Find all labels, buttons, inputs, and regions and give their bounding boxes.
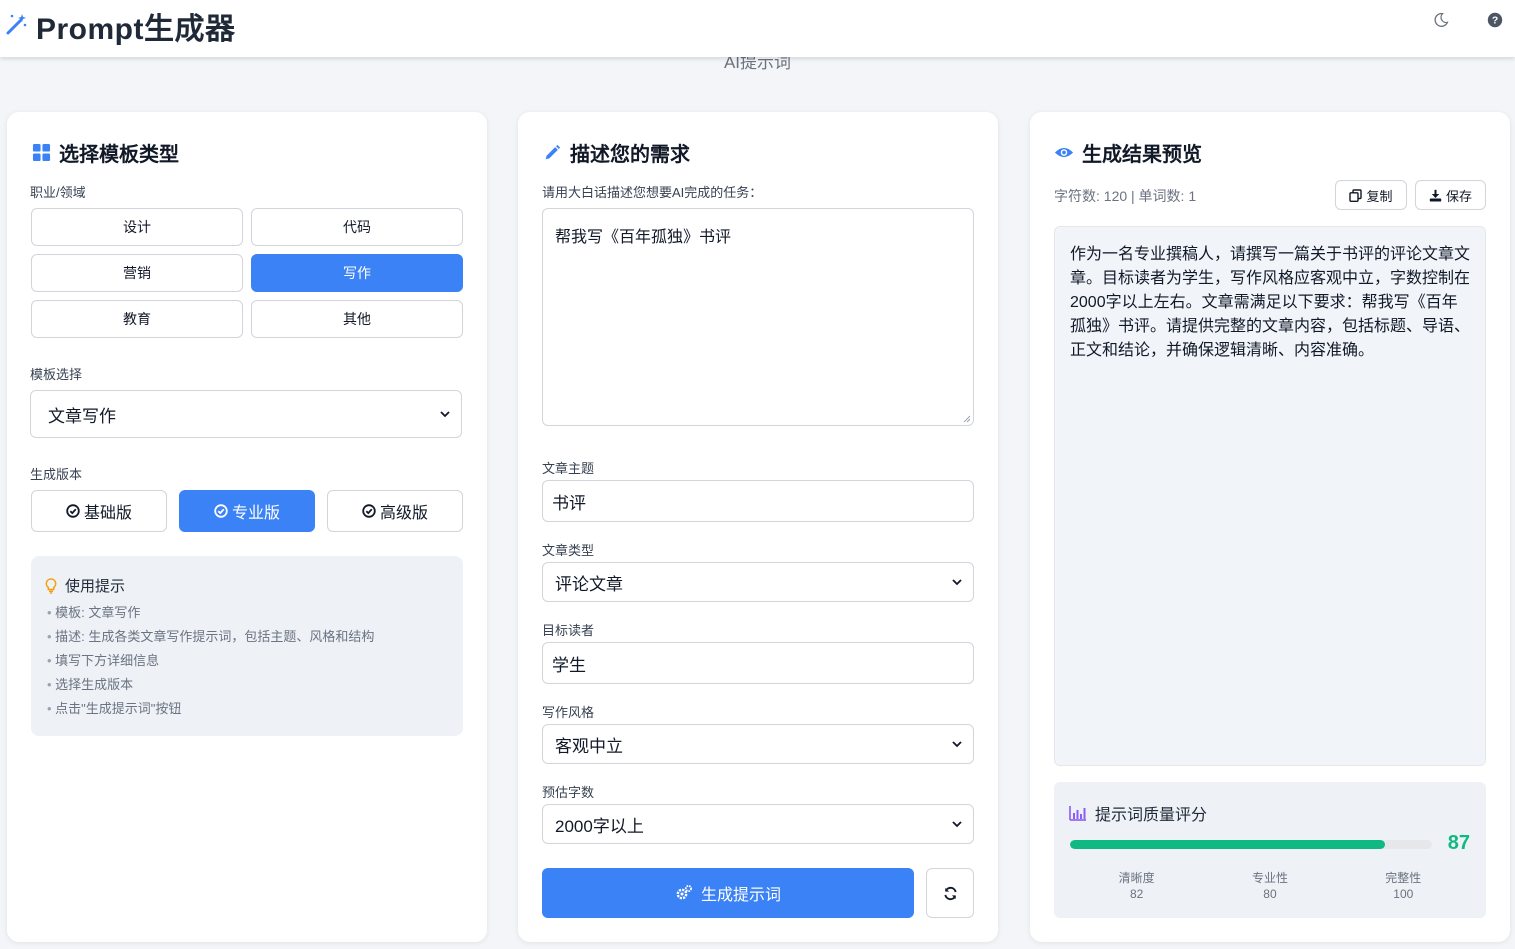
tips-list: 模板: 文章写作 描述: 生成各类文章写作提示词，包括主题、风格和结构 填写下方… bbox=[47, 604, 374, 724]
topic-label: 文章主题 bbox=[542, 461, 595, 476]
result-panel-title: 生成结果预览 bbox=[1054, 138, 1202, 167]
check-circle-icon bbox=[66, 504, 80, 518]
version-button-basic[interactable]: 基础版 bbox=[31, 490, 167, 532]
domain-buttons: 设计 代码 营销 写作 教育 其他 bbox=[31, 208, 463, 338]
describe-panel-title: 描述您的需求 bbox=[542, 138, 690, 167]
lightbulb-icon bbox=[45, 577, 57, 594]
quality-metrics: 清晰度 82 专业性 80 完整性 100 bbox=[1070, 870, 1470, 902]
cogs-icon bbox=[676, 885, 692, 900]
magic-wand-icon bbox=[4, 12, 28, 41]
result-panel: 生成结果预览 字符数: 120 | 单词数: 1 复制 保存 作为一名专业撰稿人… bbox=[1030, 112, 1510, 942]
download-icon bbox=[1429, 189, 1442, 201]
task-label: 请用大白话描述您想要AI完成的任务： bbox=[542, 185, 763, 200]
style-label: 写作风格 bbox=[542, 705, 595, 720]
chevron-down-icon bbox=[952, 821, 962, 828]
tip-item: 模板: 文章写作 bbox=[47, 604, 374, 628]
version-button-advanced[interactable]: 高级版 bbox=[327, 490, 463, 532]
quality-score: 87 bbox=[1447, 832, 1470, 854]
brand: Prompt生成器 bbox=[4, 4, 236, 48]
reader-input[interactable]: 学生 bbox=[542, 642, 974, 684]
chevron-down-icon bbox=[952, 579, 962, 586]
svg-text:?: ? bbox=[1492, 16, 1498, 27]
domain-button-design[interactable]: 设计 bbox=[31, 208, 243, 246]
usage-tips-title: 使用提示 bbox=[45, 575, 125, 596]
question-circle-icon[interactable]: ? bbox=[1485, 10, 1505, 30]
resize-handle[interactable] bbox=[963, 415, 971, 423]
save-button[interactable]: 保存 bbox=[1415, 180, 1486, 210]
domain-button-marketing[interactable]: 营销 bbox=[31, 254, 243, 292]
topic-input[interactable]: 书评 bbox=[542, 480, 974, 522]
quality-score-panel: 提示词质量评分 87 清晰度 82 专业性 80 完整性 100 bbox=[1054, 782, 1486, 918]
template-label: 模板选择 bbox=[30, 367, 83, 382]
generate-button[interactable]: 生成提示词 bbox=[542, 868, 914, 918]
copy-icon bbox=[1349, 188, 1363, 202]
domain-button-education[interactable]: 教育 bbox=[31, 300, 243, 338]
check-circle-icon bbox=[214, 504, 228, 518]
describe-panel: 描述您的需求 请用大白话描述您想要AI完成的任务： 帮我写《百年孤独》书评 文章… bbox=[518, 112, 998, 942]
style-select[interactable]: 客观中立 bbox=[542, 724, 974, 764]
chevron-down-icon bbox=[952, 741, 962, 748]
template-panel-title: 选择模板类型 bbox=[31, 138, 179, 167]
domain-button-code[interactable]: 代码 bbox=[251, 208, 463, 246]
type-select[interactable]: 评论文章 bbox=[542, 562, 974, 602]
task-textarea[interactable]: 帮我写《百年孤独》书评 bbox=[542, 208, 974, 426]
eye-icon bbox=[1054, 143, 1074, 163]
grid-icon bbox=[31, 143, 51, 163]
tip-item: 描述: 生成各类文章写作提示词，包括主题、风格和结构 bbox=[47, 628, 374, 652]
version-button-pro[interactable]: 专业版 bbox=[179, 490, 315, 532]
domain-label: 职业/领域 bbox=[30, 185, 86, 200]
tip-item: 选择生成版本 bbox=[47, 676, 374, 700]
copy-button[interactable]: 复制 bbox=[1335, 180, 1407, 210]
quality-title: 提示词质量评分 bbox=[1069, 801, 1207, 825]
bar-chart-icon bbox=[1069, 806, 1086, 821]
metric-clarity: 清晰度 82 bbox=[1118, 871, 1155, 901]
template-panel: 选择模板类型 职业/领域 设计 代码 营销 写作 教育 其他 模板选择 文章写作… bbox=[7, 112, 487, 942]
metric-completeness: 完整性 100 bbox=[1385, 871, 1422, 901]
length-label: 预估字数 bbox=[542, 785, 595, 800]
length-select[interactable]: 2000字以上 bbox=[542, 804, 974, 844]
check-circle-icon bbox=[362, 504, 376, 518]
type-label: 文章类型 bbox=[542, 543, 595, 558]
quality-progress-fill bbox=[1070, 840, 1385, 849]
tip-item: 填写下方详细信息 bbox=[47, 652, 374, 676]
char-count: 字符数: 120 | 单词数: 1 bbox=[1054, 188, 1197, 204]
app-title: Prompt生成器 bbox=[36, 13, 236, 46]
version-label: 生成版本 bbox=[30, 467, 83, 482]
refresh-icon bbox=[943, 886, 957, 900]
domain-button-writing[interactable]: 写作 bbox=[251, 254, 463, 292]
tip-item: 点击"生成提示词"按钮 bbox=[47, 700, 374, 724]
moon-icon[interactable] bbox=[1431, 10, 1451, 30]
chevron-down-icon bbox=[440, 411, 450, 418]
prompt-preview: 作为一名专业撰稿人，请撰写一篇关于书评的评论文章文章。目标读者为学生，写作风格应… bbox=[1054, 226, 1486, 766]
template-select[interactable]: 文章写作 bbox=[30, 390, 462, 438]
reader-label: 目标读者 bbox=[542, 623, 595, 638]
domain-button-other[interactable]: 其他 bbox=[251, 300, 463, 338]
quality-progress-bar bbox=[1070, 840, 1432, 849]
usage-tips: 使用提示 模板: 文章写作 描述: 生成各类文章写作提示词，包括主题、风格和结构… bbox=[31, 556, 463, 736]
top-bar: Prompt生成器 ? bbox=[0, 0, 1515, 57]
version-buttons: 基础版 专业版 高级版 bbox=[31, 490, 463, 532]
metric-professionalism: 专业性 80 bbox=[1251, 871, 1288, 901]
reset-button[interactable] bbox=[926, 868, 974, 918]
pencil-icon bbox=[542, 143, 562, 163]
